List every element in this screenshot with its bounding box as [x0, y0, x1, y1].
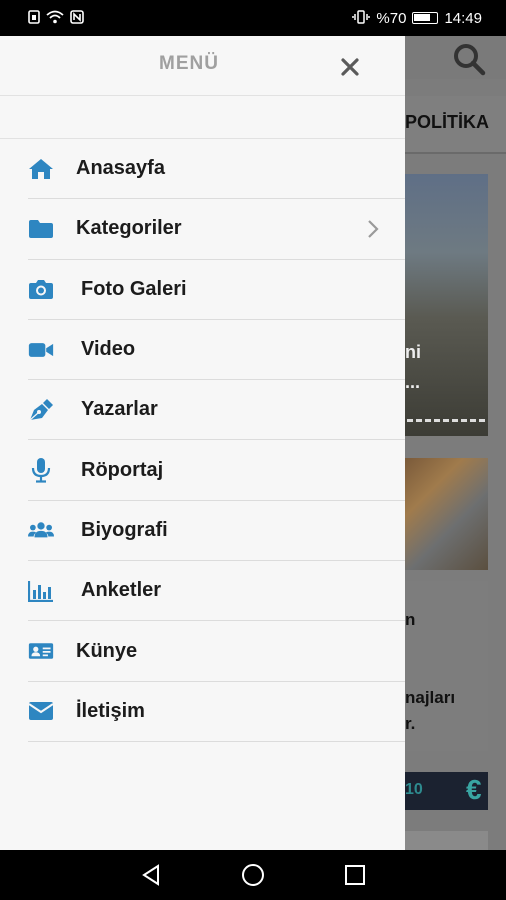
menu-item-label: Biyografi [81, 518, 168, 541]
menu-item-roportaj[interactable]: Röportaj [28, 440, 405, 501]
video-camera-icon [28, 338, 54, 362]
back-icon[interactable] [138, 862, 164, 888]
folder-icon [28, 217, 54, 241]
news-card-body[interactable] [405, 581, 488, 751]
system-nav-bar [0, 850, 506, 900]
menu-item-foto-galeri[interactable]: Foto Galeri [28, 260, 405, 320]
menu-item-label: Künye [76, 639, 138, 662]
pen-icon [28, 398, 54, 422]
drawer-header: MENÜ [0, 36, 405, 96]
drawer-title: MENÜ [159, 53, 219, 74]
clock: 14:49 [444, 9, 482, 27]
menu-item-label: İletişim [76, 699, 145, 722]
recents-icon[interactable] [342, 862, 368, 888]
navigation-drawer: MENÜ Anasayfa Kategoriler Foto Galeri Vi… [0, 36, 405, 850]
home-icon [28, 157, 54, 181]
menu-item-kunye[interactable]: Künye [28, 621, 405, 682]
news-card-image[interactable] [405, 174, 488, 436]
menu-item-label: Anketler [81, 579, 162, 602]
menu-list: Anasayfa Kategoriler Foto Galeri Video Y… [0, 139, 405, 742]
menu-item-kategoriler[interactable]: Kategoriler [28, 199, 405, 260]
vibrate-icon [352, 9, 371, 27]
wifi-icon [46, 10, 64, 27]
search-icon[interactable] [452, 42, 486, 76]
battery-percent: %70 [376, 9, 407, 27]
close-icon[interactable] [336, 53, 364, 81]
news-text-fragment: najları [405, 688, 456, 707]
euro-icon: € [466, 774, 482, 805]
drawer-spacer [0, 96, 405, 139]
news-card-title-ellipsis: ... [405, 372, 421, 392]
status-bar: %70 14:49 [0, 0, 506, 36]
menu-item-anketler[interactable]: Anketler [28, 561, 405, 622]
menu-item-video[interactable]: Video [28, 320, 405, 381]
status-right: %70 14:49 [352, 10, 482, 27]
menu-item-label: Kategoriler [76, 217, 182, 240]
news-text-fragment: r. [405, 714, 416, 733]
menu-item-label: Röportaj [81, 458, 164, 481]
envelope-icon [28, 699, 54, 723]
microphone-icon [28, 458, 54, 483]
battery-icon [412, 12, 439, 24]
id-card-icon [28, 639, 54, 663]
sim-icon [28, 9, 40, 27]
currency-value: 10 [405, 781, 423, 798]
tab-politika[interactable]: POLİTİKA [405, 112, 489, 133]
menu-item-biyografi[interactable]: Biyografi [28, 501, 405, 562]
menu-item-label: Anasayfa [76, 157, 165, 180]
news-text-fragment: n [405, 610, 416, 629]
menu-item-yazarlar[interactable]: Yazarlar [28, 380, 405, 441]
menu-item-label: Foto Galeri [81, 277, 187, 300]
status-left [28, 9, 84, 27]
nfc-icon [70, 9, 84, 27]
news-card-title-fragment: ni [405, 342, 421, 362]
slider-indicator [407, 419, 485, 422]
users-icon [28, 518, 54, 542]
menu-item-iletisim[interactable]: İletişim [28, 682, 405, 742]
bar-chart-icon [28, 579, 54, 603]
menu-item-anasayfa[interactable]: Anasayfa [28, 139, 405, 200]
background-card [405, 831, 488, 850]
menu-item-label: Yazarlar [81, 398, 158, 421]
home-button-icon[interactable] [240, 862, 266, 888]
chevron-right-icon [365, 219, 381, 239]
camera-icon [28, 277, 54, 301]
news-card-thumbnail[interactable] [405, 458, 488, 570]
menu-item-label: Video [81, 338, 136, 361]
